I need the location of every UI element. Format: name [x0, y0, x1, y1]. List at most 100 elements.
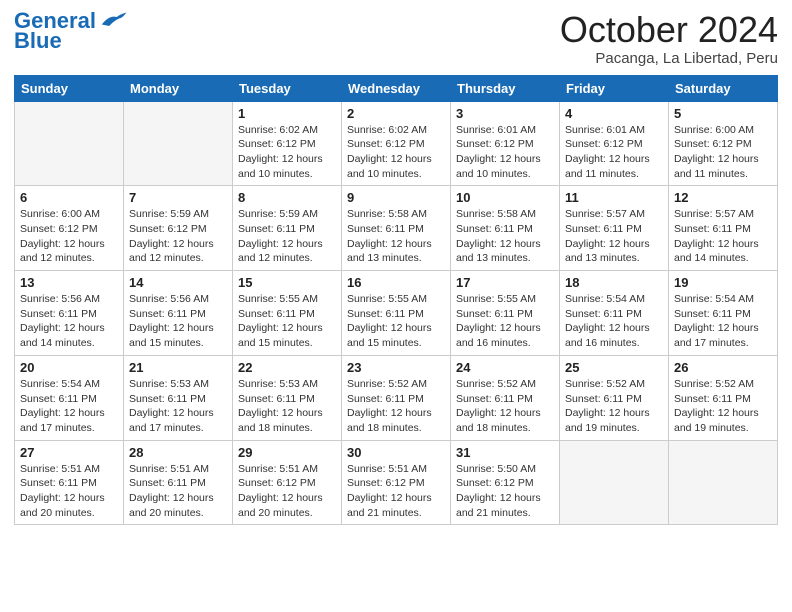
- day-cell: 9 Sunrise: 5:58 AM Sunset: 6:11 PM Daylig…: [342, 186, 451, 271]
- day-cell: 29 Sunrise: 5:51 AM Sunset: 6:12 PM Dayli…: [233, 440, 342, 525]
- day-cell: 22 Sunrise: 5:53 AM Sunset: 6:11 PM Dayli…: [233, 355, 342, 440]
- day-number: 19: [674, 275, 772, 290]
- day-cell: 30 Sunrise: 5:51 AM Sunset: 6:12 PM Dayli…: [342, 440, 451, 525]
- logo-blue: Blue: [14, 30, 62, 52]
- day-cell: 4 Sunrise: 6:01 AM Sunset: 6:12 PM Daylig…: [560, 101, 669, 186]
- day-cell: 10 Sunrise: 5:58 AM Sunset: 6:11 PM Dayli…: [451, 186, 560, 271]
- day-number: 10: [456, 190, 554, 205]
- day-info: Sunrise: 5:56 AM Sunset: 6:11 PM Dayligh…: [20, 292, 118, 351]
- day-header-saturday: Saturday: [669, 75, 778, 101]
- day-info: Sunrise: 5:58 AM Sunset: 6:11 PM Dayligh…: [347, 207, 445, 266]
- week-row-5: 27 Sunrise: 5:51 AM Sunset: 6:11 PM Dayli…: [15, 440, 778, 525]
- day-number: 21: [129, 360, 227, 375]
- day-info: Sunrise: 6:01 AM Sunset: 6:12 PM Dayligh…: [456, 123, 554, 182]
- logo: General Blue: [14, 10, 128, 52]
- day-number: 7: [129, 190, 227, 205]
- day-info: Sunrise: 5:52 AM Sunset: 6:11 PM Dayligh…: [456, 377, 554, 436]
- day-number: 18: [565, 275, 663, 290]
- day-number: 6: [20, 190, 118, 205]
- day-cell: 18 Sunrise: 5:54 AM Sunset: 6:11 PM Dayli…: [560, 271, 669, 356]
- day-number: 30: [347, 445, 445, 460]
- day-info: Sunrise: 5:50 AM Sunset: 6:12 PM Dayligh…: [456, 462, 554, 521]
- day-cell: 8Sunrise: 5:59 AM Sunset: 6:11 PM Daylig…: [233, 186, 342, 271]
- day-cell: 17 Sunrise: 5:55 AM Sunset: 6:11 PM Dayli…: [451, 271, 560, 356]
- day-number: 27: [20, 445, 118, 460]
- day-cell: 2Sunrise: 6:02 AM Sunset: 6:12 PM Daylig…: [342, 101, 451, 186]
- day-cell: 13 Sunrise: 5:56 AM Sunset: 6:11 PM Dayli…: [15, 271, 124, 356]
- week-row-2: 6 Sunrise: 6:00 AM Sunset: 6:12 PM Daylig…: [15, 186, 778, 271]
- day-cell: [560, 440, 669, 525]
- day-header-wednesday: Wednesday: [342, 75, 451, 101]
- day-cell: 24 Sunrise: 5:52 AM Sunset: 6:11 PM Dayli…: [451, 355, 560, 440]
- day-cell: 1Sunrise: 6:02 AM Sunset: 6:12 PM Daylig…: [233, 101, 342, 186]
- day-cell: 26 Sunrise: 5:52 AM Sunset: 6:11 PM Dayli…: [669, 355, 778, 440]
- day-info: Sunrise: 6:00 AM Sunset: 6:12 PM Dayligh…: [20, 207, 118, 266]
- day-number: 4: [565, 106, 663, 121]
- calendar-table: SundayMondayTuesdayWednesdayThursdayFrid…: [14, 75, 778, 526]
- day-number: 23: [347, 360, 445, 375]
- day-number: 15: [238, 275, 336, 290]
- day-number: 11: [565, 190, 663, 205]
- day-info: Sunrise: 6:02 AM Sunset: 6:12 PM Dayligh…: [238, 123, 336, 182]
- day-info: Sunrise: 5:55 AM Sunset: 6:11 PM Dayligh…: [456, 292, 554, 351]
- day-cell: 21 Sunrise: 5:53 AM Sunset: 6:11 PM Dayli…: [124, 355, 233, 440]
- day-info: Sunrise: 5:53 AM Sunset: 6:11 PM Dayligh…: [129, 377, 227, 436]
- day-cell: 6 Sunrise: 6:00 AM Sunset: 6:12 PM Daylig…: [15, 186, 124, 271]
- day-number: 13: [20, 275, 118, 290]
- day-info: Sunrise: 6:02 AM Sunset: 6:12 PM Dayligh…: [347, 123, 445, 182]
- day-number: 25: [565, 360, 663, 375]
- day-cell: 19 Sunrise: 5:54 AM Sunset: 6:11 PM Dayli…: [669, 271, 778, 356]
- day-info: Sunrise: 5:52 AM Sunset: 6:11 PM Dayligh…: [565, 377, 663, 436]
- week-row-1: 1Sunrise: 6:02 AM Sunset: 6:12 PM Daylig…: [15, 101, 778, 186]
- day-cell: [669, 440, 778, 525]
- day-info: Sunrise: 5:59 AM Sunset: 6:12 PM Dayligh…: [129, 207, 227, 266]
- day-number: 12: [674, 190, 772, 205]
- day-info: Sunrise: 5:55 AM Sunset: 6:11 PM Dayligh…: [238, 292, 336, 351]
- day-cell: 20 Sunrise: 5:54 AM Sunset: 6:11 PM Dayli…: [15, 355, 124, 440]
- day-number: 9: [347, 190, 445, 205]
- day-cell: 27Sunrise: 5:51 AM Sunset: 6:11 PM Dayli…: [15, 440, 124, 525]
- day-number: 24: [456, 360, 554, 375]
- day-info: Sunrise: 5:54 AM Sunset: 6:11 PM Dayligh…: [565, 292, 663, 351]
- day-cell: 28Sunrise: 5:51 AM Sunset: 6:11 PM Dayli…: [124, 440, 233, 525]
- day-header-sunday: Sunday: [15, 75, 124, 101]
- day-info: Sunrise: 6:01 AM Sunset: 6:12 PM Dayligh…: [565, 123, 663, 182]
- day-number: 20: [20, 360, 118, 375]
- day-cell: 11 Sunrise: 5:57 AM Sunset: 6:11 PM Dayli…: [560, 186, 669, 271]
- day-number: 8: [238, 190, 336, 205]
- day-info: Sunrise: 5:54 AM Sunset: 6:11 PM Dayligh…: [20, 377, 118, 436]
- day-info: Sunrise: 5:51 AM Sunset: 6:12 PM Dayligh…: [347, 462, 445, 521]
- day-number: 17: [456, 275, 554, 290]
- title-area: October 2024 Pacanga, La Libertad, Peru: [560, 10, 778, 67]
- day-info: Sunrise: 5:58 AM Sunset: 6:11 PM Dayligh…: [456, 207, 554, 266]
- day-cell: 14 Sunrise: 5:56 AM Sunset: 6:11 PM Dayli…: [124, 271, 233, 356]
- day-cell: 12 Sunrise: 5:57 AM Sunset: 6:11 PM Dayli…: [669, 186, 778, 271]
- day-header-monday: Monday: [124, 75, 233, 101]
- main-container: General Blue October 2024 Pacanga, La Li…: [0, 0, 792, 535]
- day-number: 14: [129, 275, 227, 290]
- day-cell: 31Sunrise: 5:50 AM Sunset: 6:12 PM Dayli…: [451, 440, 560, 525]
- day-cell: 23 Sunrise: 5:52 AM Sunset: 6:11 PM Dayli…: [342, 355, 451, 440]
- day-info: Sunrise: 6:00 AM Sunset: 6:12 PM Dayligh…: [674, 123, 772, 182]
- day-info: Sunrise: 5:54 AM Sunset: 6:11 PM Dayligh…: [674, 292, 772, 351]
- day-cell: 25 Sunrise: 5:52 AM Sunset: 6:11 PM Dayli…: [560, 355, 669, 440]
- location-subtitle: Pacanga, La Libertad, Peru: [560, 50, 778, 67]
- day-info: Sunrise: 5:56 AM Sunset: 6:11 PM Dayligh…: [129, 292, 227, 351]
- month-title: October 2024: [560, 10, 778, 50]
- header: General Blue October 2024 Pacanga, La Li…: [14, 10, 778, 67]
- day-number: 22: [238, 360, 336, 375]
- day-cell: 3Sunrise: 6:01 AM Sunset: 6:12 PM Daylig…: [451, 101, 560, 186]
- day-info: Sunrise: 5:52 AM Sunset: 6:11 PM Dayligh…: [674, 377, 772, 436]
- day-cell: 16Sunrise: 5:55 AM Sunset: 6:11 PM Dayli…: [342, 271, 451, 356]
- day-info: Sunrise: 5:57 AM Sunset: 6:11 PM Dayligh…: [674, 207, 772, 266]
- day-info: Sunrise: 5:51 AM Sunset: 6:12 PM Dayligh…: [238, 462, 336, 521]
- day-info: Sunrise: 5:51 AM Sunset: 6:11 PM Dayligh…: [129, 462, 227, 521]
- day-cell: 5Sunrise: 6:00 AM Sunset: 6:12 PM Daylig…: [669, 101, 778, 186]
- day-info: Sunrise: 5:55 AM Sunset: 6:11 PM Dayligh…: [347, 292, 445, 351]
- day-number: 26: [674, 360, 772, 375]
- day-info: Sunrise: 5:52 AM Sunset: 6:11 PM Dayligh…: [347, 377, 445, 436]
- day-info: Sunrise: 5:53 AM Sunset: 6:11 PM Dayligh…: [238, 377, 336, 436]
- day-header-tuesday: Tuesday: [233, 75, 342, 101]
- day-info: Sunrise: 5:57 AM Sunset: 6:11 PM Dayligh…: [565, 207, 663, 266]
- day-number: 29: [238, 445, 336, 460]
